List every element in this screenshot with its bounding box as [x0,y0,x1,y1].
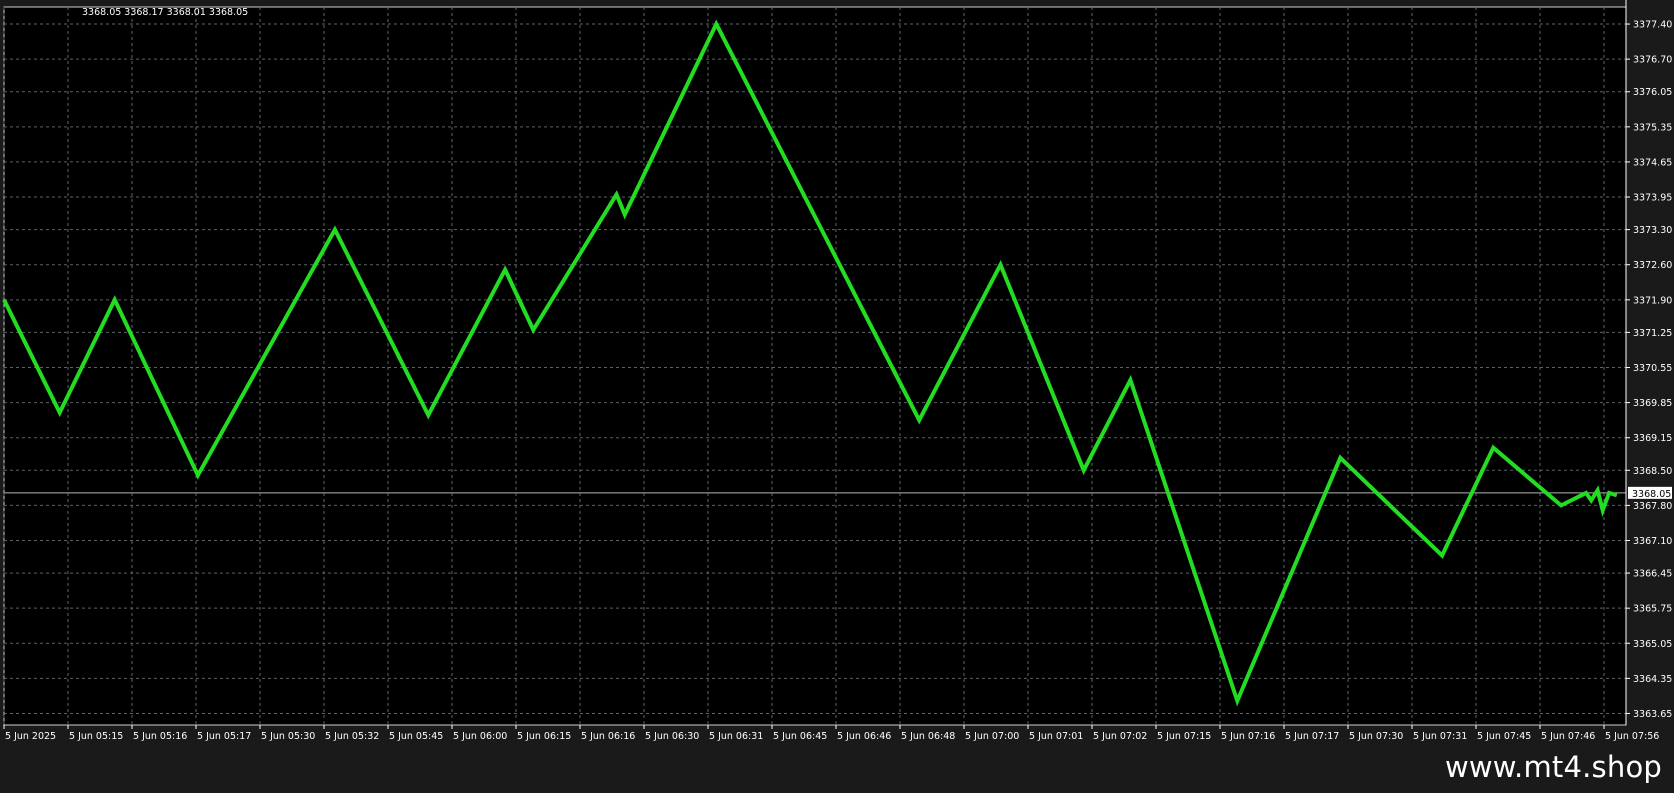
ohlc-readout: 3368.05 3368.17 3368.01 3368.05 [82,7,248,18]
y-tick-label: 3367.80 [1633,501,1672,512]
x-tick-label: 5 Jun 05:16 [133,731,187,742]
x-tick-label: 5 Jun 06:16 [581,731,635,742]
x-tick-label: 5 Jun 05:30 [261,731,315,742]
current-price-tag: 3368.05 [1628,486,1672,500]
x-tick-label: 5 Jun 06:00 [453,731,507,742]
y-tick-label: 3367.10 [1633,536,1672,547]
x-tick-label: 5 Jun 07:01 [1029,731,1083,742]
x-tick-label: 5 Jun 07:02 [1093,731,1147,742]
current-price-label: 3368.05 [1632,489,1671,500]
y-tick-label: 3365.05 [1633,639,1672,650]
y-tick-label: 3377.40 [1633,20,1672,31]
x-tick-label: 5 Jun 06:15 [517,731,571,742]
x-tick-label: 5 Jun 07:46 [1541,731,1595,742]
y-tick-label: 3376.70 [1633,55,1672,66]
y-tick-label: 3376.05 [1633,87,1672,98]
x-tick-label: 5 Jun 07:45 [1477,731,1531,742]
x-tick-label: 5 Jun 06:30 [645,731,699,742]
watermark-text: www.mt4.shop [1444,750,1662,784]
x-tick-label: 5 Jun 07:15 [1157,731,1211,742]
y-tick-label: 3365.75 [1633,604,1672,615]
chart-background [4,7,1626,725]
x-tick-label: 5 Jun 07:30 [1349,731,1403,742]
y-tick-label: 3364.35 [1633,674,1672,685]
x-tick-label: 5 Jun 07:16 [1221,731,1275,742]
y-tick-label: 3366.45 [1633,569,1672,580]
price-chart: 3377.40 3376.70 3376.05 3375.35 3374.65 3373.… [2,0,1672,742]
x-tick-label: 5 Jun 05:32 [325,731,379,742]
x-tick-label: 5 Jun 2025 [5,731,56,742]
y-tick-label: 3370.55 [1633,363,1672,374]
x-tick-label: 5 Jun 07:31 [1413,731,1467,742]
x-tick-label: 5 Jun 05:45 [389,731,443,742]
x-tick-label: 5 Jun 06:46 [837,731,891,742]
x-tick-label: 5 Jun 06:45 [773,731,827,742]
x-tick-label: 5 Jun 05:15 [69,731,123,742]
y-tick-label: 3371.90 [1633,295,1672,306]
price-axis-ticks: 3377.40 3376.70 3376.05 3375.35 3374.65 3373.… [1626,20,1672,720]
y-tick-label: 3373.95 [1633,193,1672,204]
y-tick-label: 3368.50 [1633,466,1672,477]
x-tick-label: 5 Jun 05:17 [197,731,251,742]
x-tick-label: 5 Jun 07:17 [1285,731,1339,742]
x-tick-label: 5 Jun 07:00 [965,731,1019,742]
y-tick-label: 3369.15 [1633,433,1672,444]
y-tick-label: 3369.85 [1633,398,1672,409]
x-tick-label: 5 Jun 06:48 [901,731,955,742]
y-tick-label: 3375.35 [1633,122,1672,133]
y-tick-label: 3373.30 [1633,225,1672,236]
time-axis-ticks: 5 Jun 2025 5 Jun 05:15 5 Jun 05:16 5 Jun 05… [3,725,1659,742]
x-tick-label: 5 Jun 06:31 [709,731,763,742]
y-tick-label: 3363.65 [1633,709,1672,720]
y-tick-label: 3371.25 [1633,328,1672,339]
y-tick-label: 3372.60 [1633,260,1672,271]
x-tick-label: 5 Jun 07:56 [1605,731,1659,742]
y-tick-label: 3374.65 [1633,157,1672,168]
